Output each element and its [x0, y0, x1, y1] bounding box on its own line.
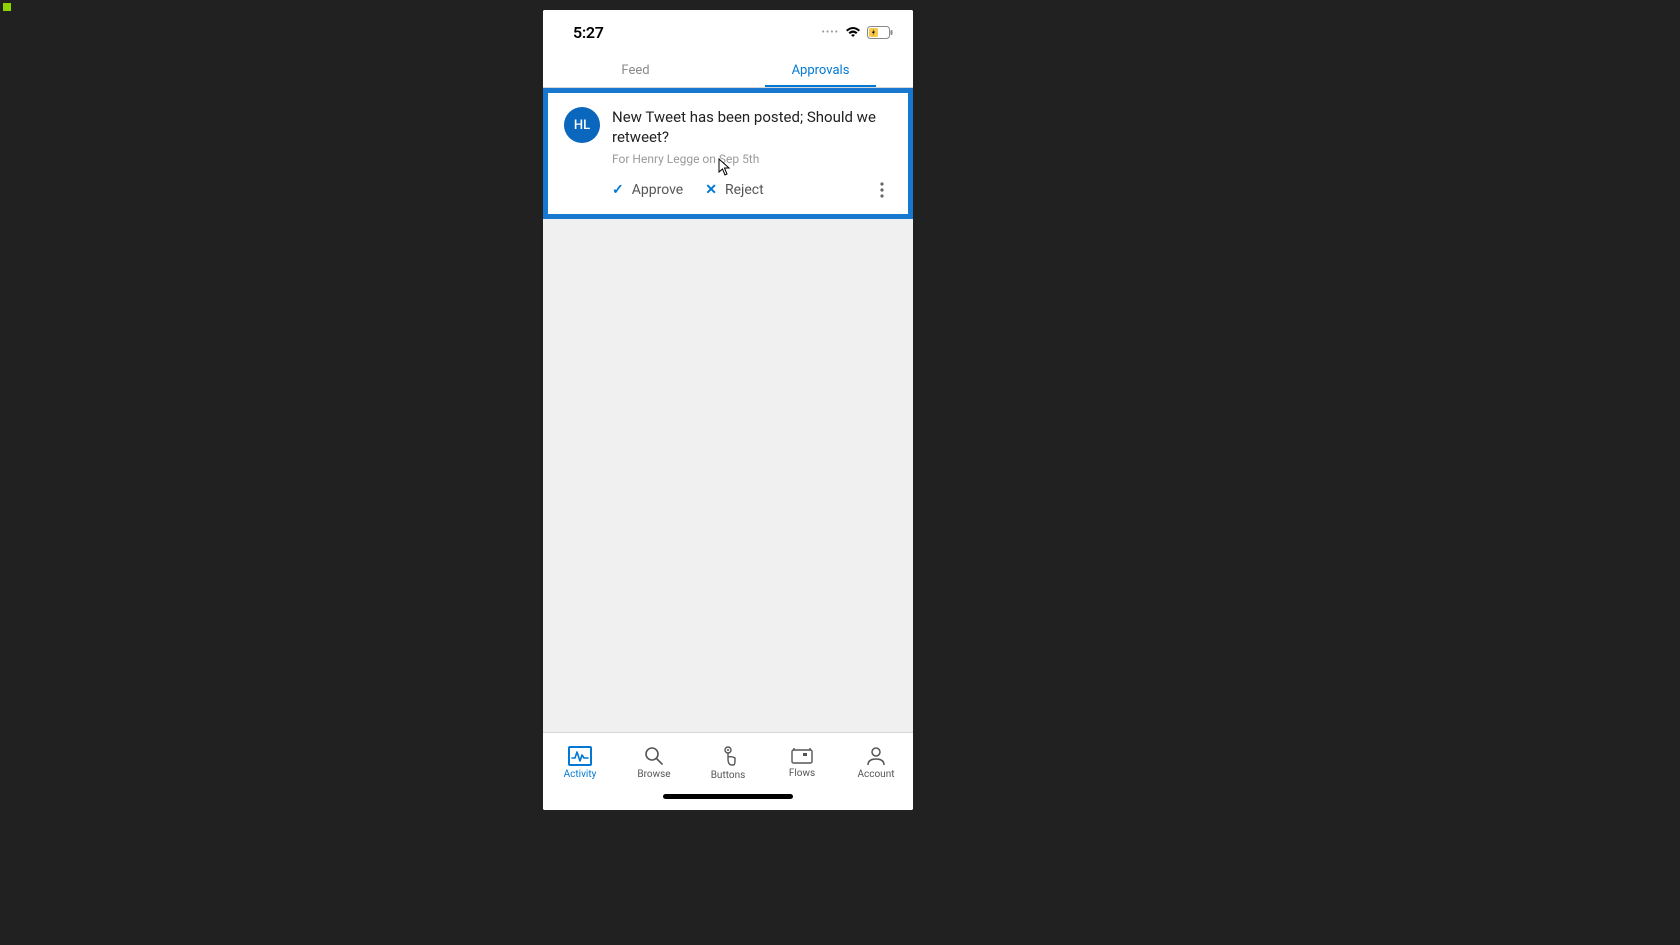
phone-screen: 5:27 •••• Feed Approvals: [543, 10, 913, 810]
reject-button[interactable]: ✕ Reject: [705, 182, 763, 198]
nav-label: Activity: [564, 769, 597, 780]
kebab-icon: [880, 182, 884, 198]
status-bar: 5:27 ••••: [543, 10, 913, 54]
reject-label: Reject: [725, 182, 764, 198]
nav-activity[interactable]: Activity: [543, 733, 617, 792]
nav-account[interactable]: Account: [839, 733, 913, 792]
tab-label: Feed: [621, 63, 649, 78]
wifi-icon: [845, 26, 861, 38]
nav-flows[interactable]: Flows: [765, 733, 839, 792]
nav-buttons[interactable]: Buttons: [691, 733, 765, 792]
battery-icon: [867, 26, 893, 39]
top-tabs: Feed Approvals: [543, 54, 913, 88]
nav-browse[interactable]: Browse: [617, 733, 691, 792]
status-right: ••••: [822, 26, 894, 39]
cellular-dots-icon: ••••: [822, 27, 840, 38]
flows-icon: [791, 747, 813, 765]
nav-label: Buttons: [711, 770, 746, 781]
approve-label: Approve: [632, 182, 683, 198]
status-time: 5:27: [573, 23, 604, 42]
avatar-initials: HL: [574, 118, 590, 133]
touch-icon: [718, 745, 738, 767]
tab-feed[interactable]: Feed: [543, 54, 728, 87]
more-menu-button[interactable]: [872, 178, 892, 202]
nav-label: Flows: [789, 768, 815, 779]
nav-label: Account: [857, 769, 894, 780]
search-icon: [644, 746, 664, 766]
approval-card[interactable]: HL New Tweet has been posted; Should we …: [543, 88, 913, 219]
approve-button[interactable]: ✓ Approve: [612, 182, 683, 198]
tab-approvals[interactable]: Approvals: [728, 54, 913, 87]
activity-icon: [568, 746, 592, 766]
nav-label: Browse: [637, 769, 670, 780]
tab-label: Approvals: [792, 63, 850, 78]
person-icon: [866, 746, 886, 766]
check-icon: ✓: [612, 182, 624, 198]
recording-indicator: [3, 3, 11, 11]
x-icon: ✕: [705, 182, 717, 198]
approval-title: New Tweet has been posted; Should we ret…: [612, 107, 892, 148]
home-indicator[interactable]: [543, 792, 913, 810]
approval-meta: For Henry Legge on Sep 5th: [612, 152, 892, 166]
avatar: HL: [564, 107, 600, 143]
bottom-nav: Activity Browse Buttons Flows Account: [543, 732, 913, 792]
content-area: HL New Tweet has been posted; Should we …: [543, 88, 913, 732]
